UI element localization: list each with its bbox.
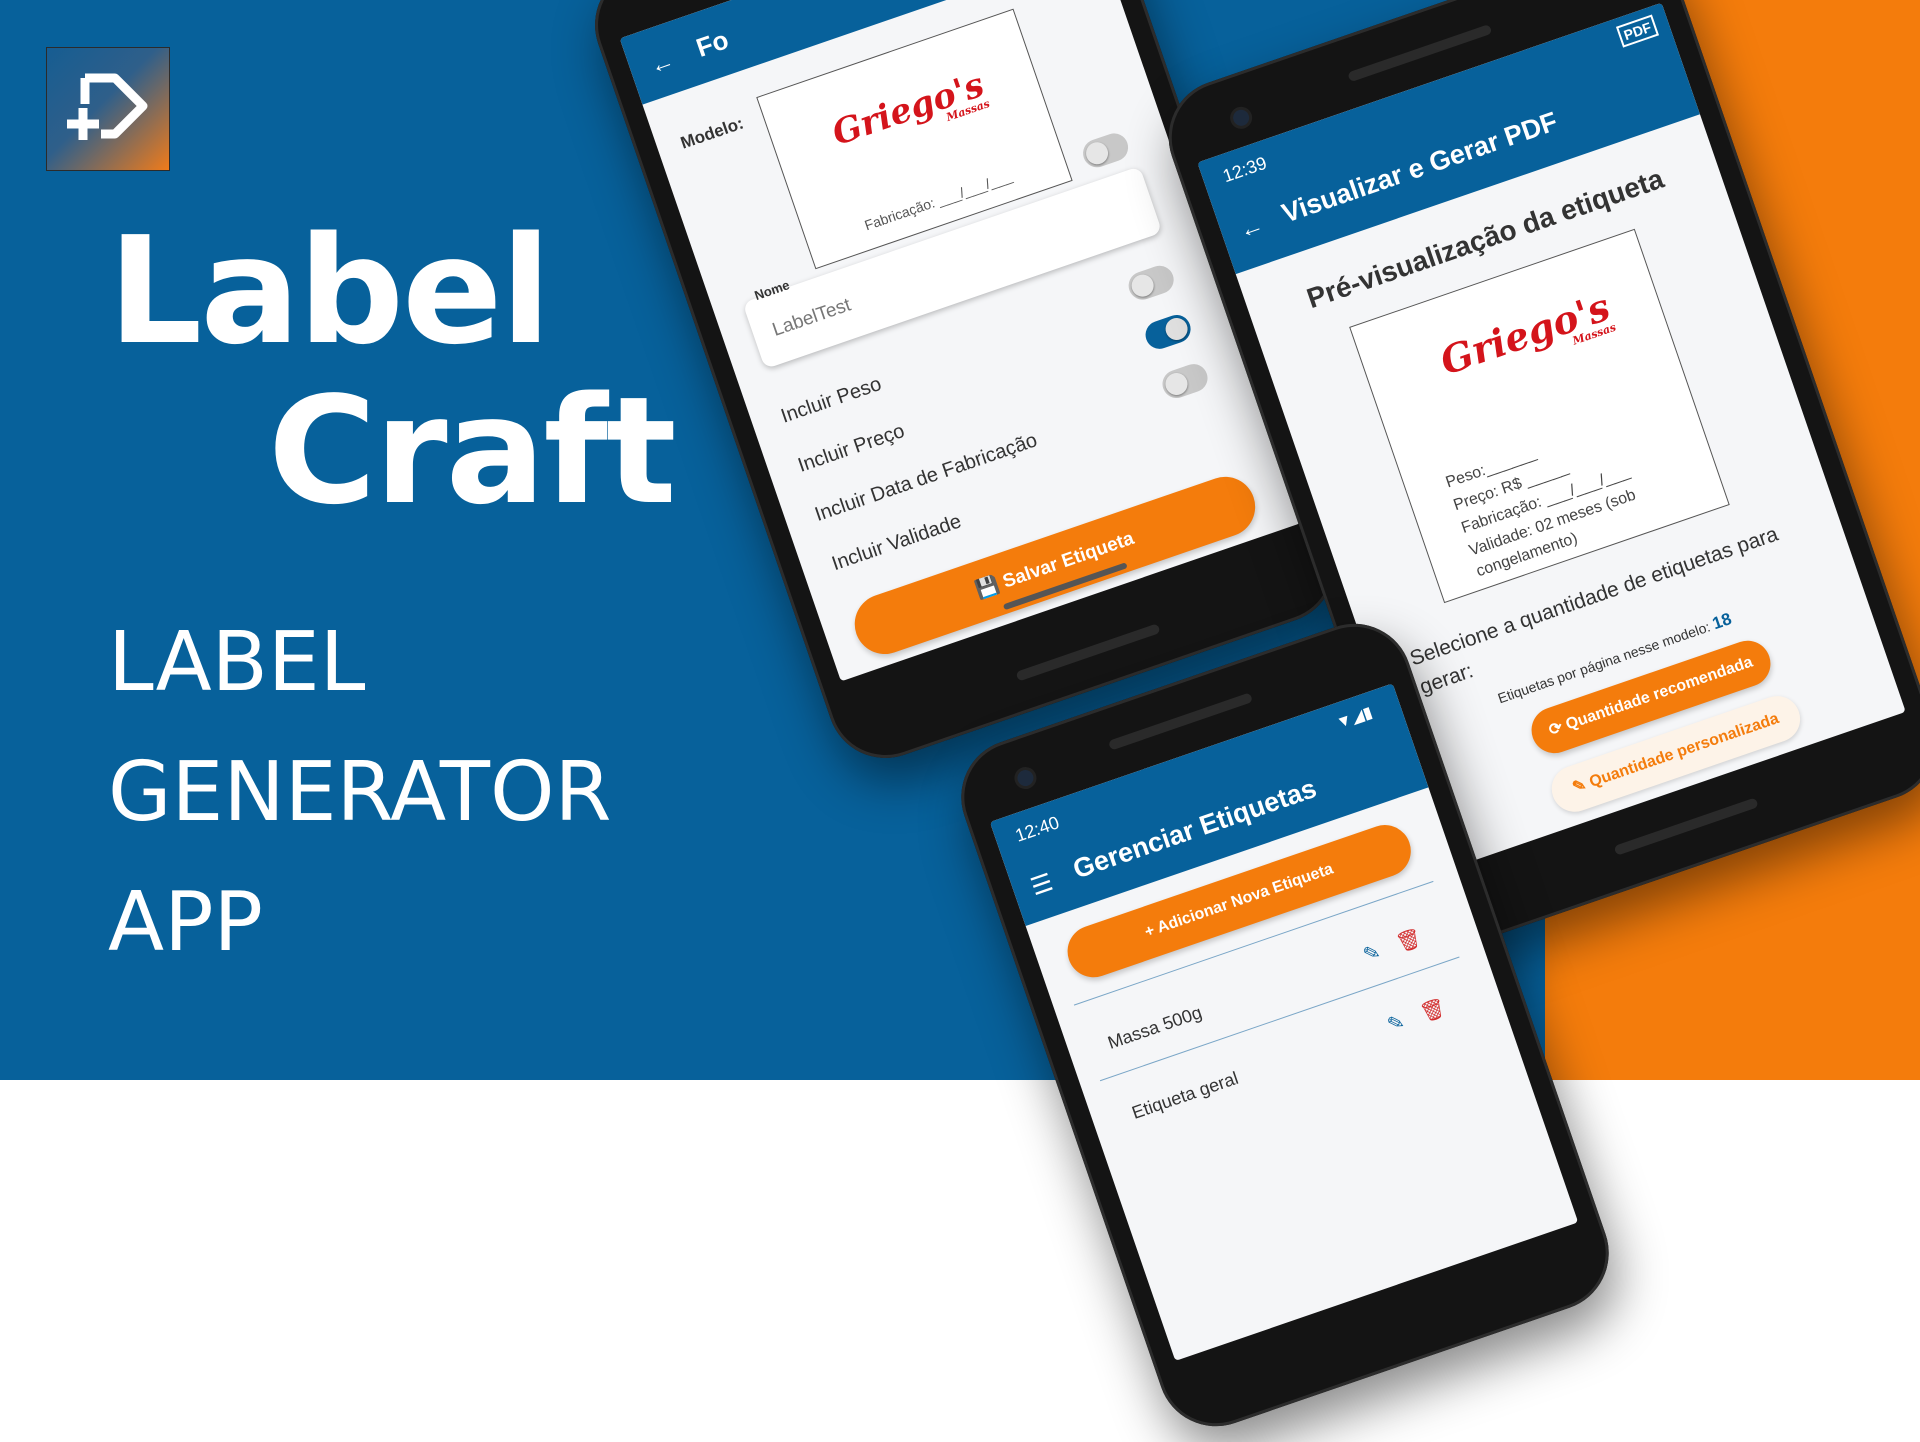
phone-speaker-bottom: [1613, 797, 1759, 856]
status-time: 12:40: [1012, 812, 1062, 846]
plus-icon: +: [1142, 921, 1157, 941]
label-plus-icon: [67, 73, 148, 140]
edit-icon[interactable]: ✎: [1360, 939, 1384, 968]
back-arrow-icon[interactable]: ←: [1236, 211, 1268, 245]
phone-camera: [1230, 107, 1252, 128]
signal-icons: ▼◢▮: [1334, 704, 1375, 733]
toggle-label-preco: Incluir Preço: [795, 419, 908, 477]
status-time: 12:39: [1220, 152, 1270, 187]
subtitle-line-1: LABEL: [108, 615, 366, 710]
refresh-icon: ⟳: [1546, 718, 1565, 740]
toggle-peso[interactable]: [1124, 262, 1178, 304]
phone-camera: [1015, 767, 1036, 789]
delete-icon[interactable]: 🗑: [1393, 925, 1425, 957]
label-preview-card: Griego's Massas Peso:______ Preço: R$ ___…: [1349, 228, 1730, 604]
per-page-value: 18: [1709, 609, 1734, 634]
name-field-value: LabelTest: [769, 294, 854, 341]
edit-icon: ✎: [1570, 776, 1589, 797]
list-item[interactable]: Massa 500g: [1105, 1002, 1205, 1054]
menu-icon[interactable]: ☰: [1027, 868, 1057, 902]
label-brand-logo: Griego's Massas: [1434, 283, 1618, 384]
delete-icon[interactable]: 🗑: [1417, 995, 1449, 1027]
save-icon: 💾: [972, 574, 1002, 602]
list-item[interactable]: Etiqueta geral: [1129, 1068, 1241, 1124]
app-logo: [46, 47, 170, 171]
title-craft: Craft: [268, 365, 677, 537]
toggle-preco[interactable]: [1141, 311, 1195, 353]
back-arrow-icon[interactable]: ←: [646, 47, 678, 81]
toggle-top[interactable]: [1079, 129, 1132, 172]
pdf-icon[interactable]: PDF: [1615, 14, 1660, 48]
toggle-fabricacao[interactable]: [1158, 360, 1212, 402]
phone-speaker: [1015, 623, 1161, 682]
subtitle-line-2: GENERATOR: [108, 745, 612, 840]
toggle-label-validade: Incluir Validade: [829, 510, 965, 576]
label-brand-logo: Griego's Massas: [827, 64, 992, 154]
form-title: Fo: [692, 24, 733, 63]
subtitle-line-3: APP: [108, 875, 263, 970]
title-label: Label: [108, 205, 551, 377]
toggle-label-peso: Incluir Peso: [778, 372, 885, 428]
modelo-label: Modelo:: [678, 113, 746, 153]
edit-icon[interactable]: ✎: [1384, 1009, 1408, 1038]
save-label-button[interactable]: 💾 Salvar Etiqueta: [846, 468, 1264, 663]
name-field-label: Nome: [752, 277, 792, 304]
